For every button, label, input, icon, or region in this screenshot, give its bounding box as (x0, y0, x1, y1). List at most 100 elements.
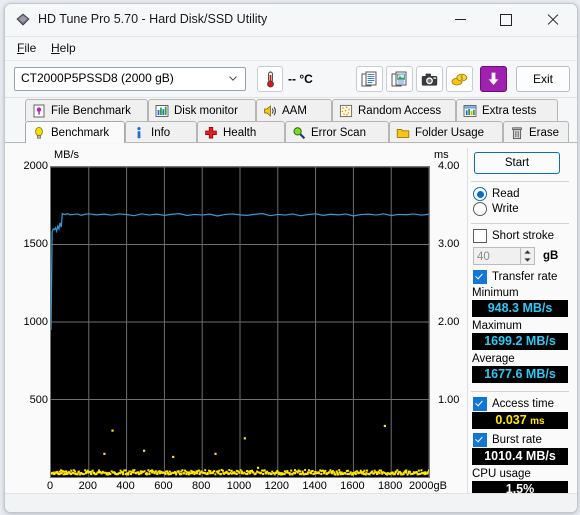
maximize-button[interactable] (483, 4, 529, 35)
tab-folder-usage[interactable]: Folder Usage (389, 121, 503, 143)
chart-xtick-1000: 1000 (219, 480, 259, 492)
donate-button[interactable]: $ (446, 66, 473, 92)
chart-svg (51, 167, 429, 477)
copy-text-button[interactable] (356, 66, 383, 92)
checkbox-short-stroke[interactable]: Short stroke (473, 229, 571, 243)
chart-y-axis-title: MB/s (54, 149, 79, 161)
menu-file-rest: ile (24, 41, 36, 55)
tab-erase-label: Erase (529, 127, 559, 139)
menu-item-file[interactable]: File (13, 41, 40, 55)
speaker-icon (263, 104, 277, 118)
maximize-icon (500, 14, 512, 26)
screenshot-button[interactable] (416, 66, 443, 92)
tab-file-benchmark-label: File Benchmark (51, 105, 131, 117)
checkbox-transfer-rate-label: Transfer rate (492, 271, 557, 283)
start-button[interactable]: Start (474, 152, 560, 174)
tab-erase[interactable]: Erase (503, 121, 569, 143)
short-stroke-stepper[interactable]: 40 gB (473, 247, 571, 265)
tab-error-scan[interactable]: Error Scan (285, 121, 389, 143)
exit-button[interactable]: Exit (516, 66, 570, 92)
tab-info-label: Info (151, 127, 170, 139)
chart-ytick-500: 500 (14, 394, 48, 406)
close-button[interactable] (529, 4, 575, 35)
burst-rate-value: 1010.4 MB/s (472, 448, 568, 465)
radio-read[interactable]: Read (473, 187, 571, 201)
chart-xtick-0: 0 (30, 480, 70, 492)
tab-random-access-label: Random Access (358, 105, 441, 117)
chart-xtick-400: 400 (106, 480, 146, 492)
panel-divider (467, 148, 468, 504)
tab-strip: File Benchmark Disk monitor AAM Random A… (5, 98, 577, 144)
tab-aam[interactable]: AAM (256, 99, 332, 121)
info-icon (132, 126, 146, 140)
download-button[interactable] (480, 66, 507, 92)
access-time-value: 0.037 ms (472, 412, 568, 429)
tab-health-label: Health (223, 127, 256, 139)
checkbox-transfer-rate[interactable]: Transfer rate (473, 270, 571, 284)
access-time-number: 0.037 (495, 413, 526, 427)
radio-write-label: Write (492, 203, 519, 215)
maximum-label: Maximum (472, 320, 571, 332)
radio-write[interactable]: Write (473, 202, 571, 216)
spin-up-icon (524, 250, 531, 254)
tab-benchmark[interactable]: Benchmark (25, 121, 125, 143)
trash-icon (510, 126, 524, 140)
chart-xtick-1800: 1800 (370, 480, 410, 492)
tab-aam-label: AAM (282, 105, 307, 117)
tab-info[interactable]: Info (125, 121, 197, 143)
menu-item-help[interactable]: Help (47, 41, 80, 55)
checkbox-burst-rate[interactable]: Burst rate (473, 433, 571, 447)
cpu-usage-label: CPU usage (472, 468, 571, 480)
average-label: Average (472, 353, 571, 365)
camera-icon (421, 72, 438, 87)
content-area: MB/s ms 2000 1500 1000 500 4.00 3.00 2.0… (5, 144, 577, 513)
checkbox-transfer-rate-indicator (473, 270, 487, 284)
temperature-button[interactable] (257, 66, 283, 92)
minimize-button[interactable] (437, 4, 483, 35)
chart-ytick-1500: 1500 (14, 238, 48, 250)
tab-extra-tests[interactable]: Extra tests (456, 99, 558, 121)
random-access-icon (339, 104, 353, 118)
short-stroke-spin-buttons[interactable] (521, 247, 535, 265)
minimum-label: Minimum (472, 287, 571, 299)
chart-y2tick-200: 2.00 (438, 316, 459, 328)
file-benchmark-icon (32, 104, 46, 118)
thermometer-icon (264, 71, 277, 88)
chart-y2tick-400: 4.00 (438, 160, 459, 172)
extra-tests-icon (463, 104, 477, 118)
radio-read-indicator (473, 187, 487, 201)
chart-xtick-600: 600 (143, 480, 183, 492)
chart-xtick-1400: 1400 (295, 480, 335, 492)
average-value: 1677.6 MB/s (472, 366, 568, 383)
checkbox-short-stroke-label: Short stroke (492, 230, 554, 242)
checkbox-burst-rate-indicator (473, 433, 487, 447)
checkbox-burst-rate-label: Burst rate (492, 434, 542, 446)
short-stroke-value[interactable]: 40 (473, 247, 521, 265)
tab-error-scan-label: Error Scan (311, 127, 366, 139)
divider-1 (471, 181, 569, 182)
chart-ytick-2000: 2000 (14, 160, 48, 172)
menu-help-rest: elp (60, 41, 76, 55)
tab-random-access[interactable]: Random Access (332, 99, 456, 121)
app-window: HD Tune Pro 5.70 - Hard Disk/SSD Utility… (4, 3, 578, 513)
drive-select-value: CT2000P5PSSD8 (2000 gB) (21, 71, 174, 85)
tab-health[interactable]: Health (197, 121, 285, 143)
close-icon (547, 14, 558, 25)
divider-2 (471, 223, 569, 224)
lightbulb-icon (32, 126, 46, 140)
maximum-value: 1699.2 MB/s (472, 333, 568, 350)
minimum-value: 948.3 MB/s (472, 300, 568, 317)
hdtune-logo-icon (16, 13, 30, 27)
copy-image-button[interactable] (386, 66, 413, 92)
tab-file-benchmark[interactable]: File Benchmark (25, 99, 148, 121)
tab-disk-monitor[interactable]: Disk monitor (148, 99, 256, 121)
title-bar: HD Tune Pro 5.70 - Hard Disk/SSD Utility (5, 4, 577, 37)
chart-xtick-1600: 1600 (332, 480, 372, 492)
drive-select[interactable]: CT2000P5PSSD8 (2000 gB) (14, 67, 246, 91)
checkbox-access-time[interactable]: Access time (473, 397, 571, 411)
chart-xtick-1200: 1200 (257, 480, 297, 492)
checkbox-short-stroke-indicator (473, 229, 487, 243)
chart-y2tick-100: 1.00 (438, 394, 459, 406)
tab-disk-monitor-label: Disk monitor (174, 105, 238, 117)
temperature-value: -- °C (288, 72, 313, 86)
